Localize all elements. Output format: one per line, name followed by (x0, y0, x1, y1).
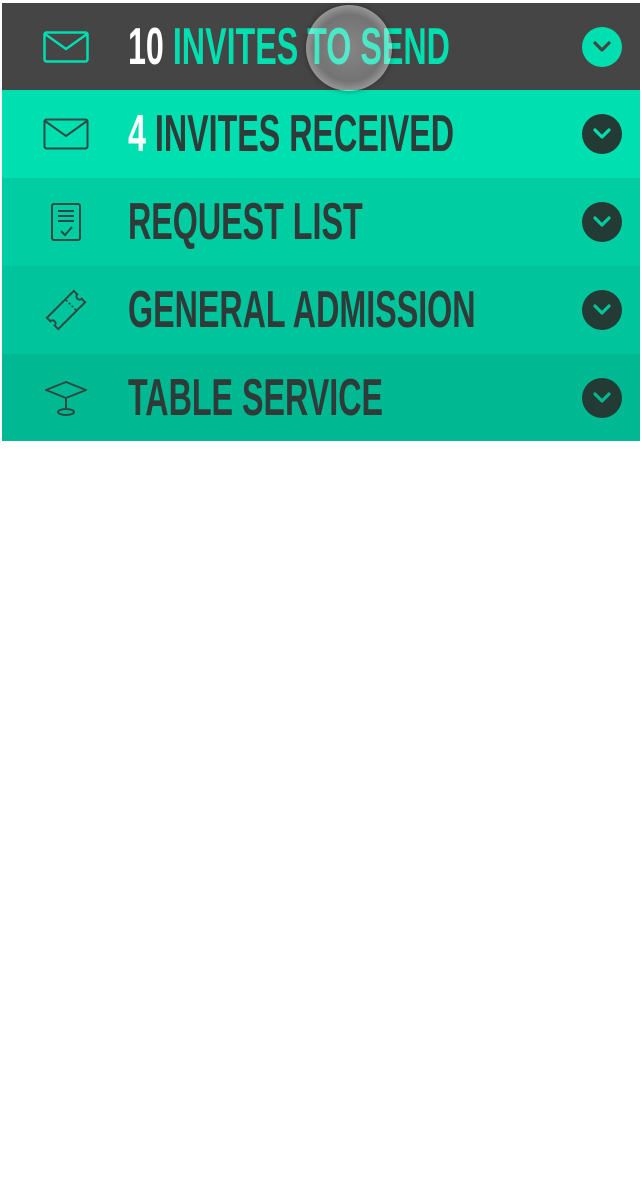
menu-item-text: TABLE SERVICE (128, 368, 383, 427)
envelope-icon (40, 22, 92, 72)
menu-item-text: INVITES RECEIVED (154, 105, 455, 163)
menu-item-invites-to-send[interactable]: 10 INVITES TO SEND (2, 3, 640, 90)
chevron-down-icon[interactable] (582, 26, 622, 67)
menu-item-label: 10 INVITES TO SEND (128, 21, 450, 73)
menu-item-text: INVITES TO SEND (172, 17, 450, 76)
invite-count: 4 (128, 105, 146, 163)
menu-item-general-admission[interactable]: GENERAL ADMISSION (2, 266, 640, 354)
menu-item-text: REQUEST LIST (128, 193, 363, 251)
menu-item-label: 4 INVITES RECEIVED (128, 108, 454, 160)
chevron-down-icon[interactable] (582, 290, 622, 330)
menu-item-label: REQUEST LIST (128, 196, 363, 248)
menu-item-table-service[interactable]: TABLE SERVICE (2, 354, 640, 441)
menu-item-text: GENERAL ADMISSION (128, 281, 476, 339)
invites-menu: 10 INVITES TO SEND 4 INVITES RECEIVED RE… (2, 3, 640, 441)
envelope-icon (40, 109, 92, 159)
menu-item-invites-received[interactable]: 4 INVITES RECEIVED (2, 90, 640, 178)
menu-item-request-list[interactable]: REQUEST LIST (2, 178, 640, 266)
clipboard-icon (40, 197, 92, 247)
chevron-down-icon[interactable] (582, 114, 622, 154)
invite-count: 10 (128, 17, 164, 76)
cocktail-table-icon (40, 373, 92, 423)
menu-item-label: TABLE SERVICE (128, 372, 383, 424)
menu-item-label: GENERAL ADMISSION (128, 284, 476, 336)
ticket-icon (40, 285, 92, 335)
chevron-down-icon[interactable] (582, 202, 622, 242)
chevron-down-icon[interactable] (582, 377, 622, 418)
